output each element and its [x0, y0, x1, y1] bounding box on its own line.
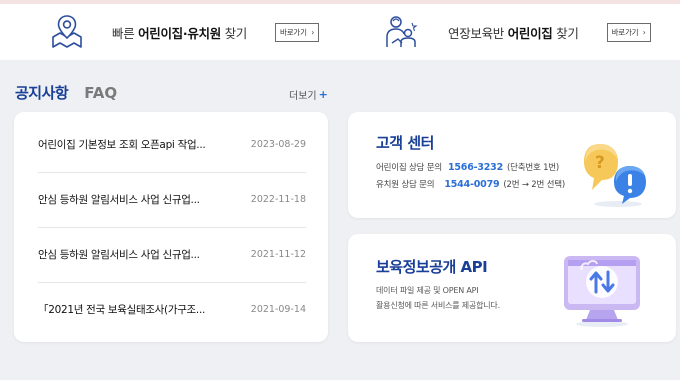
- notice-list: 어린이집 기본정보 조회 오픈api 작업... 2023-08-29 안심 등…: [14, 112, 328, 342]
- more-label: 더보기: [289, 91, 317, 102]
- quick-links-bar: 빠른 어린이집·유치원 찾기 바로가기 › 연장보육반 어린이집 찾기 바로가기…: [0, 4, 680, 60]
- tab-faq[interactable]: FAQ: [84, 84, 117, 102]
- list-item[interactable]: 안심 등하원 알림서비스 사업 신규업... 2022-11-18: [38, 171, 306, 227]
- notice-tabs: 공지사항 FAQ: [15, 82, 117, 103]
- list-item[interactable]: 「2021년 전국 보육실태조사(가구조... 2021-09-14: [38, 281, 306, 337]
- plus-icon: +: [318, 88, 328, 101]
- api-description-line: 활용신청에 따른 서비스를 제공합니다.: [376, 301, 500, 310]
- go-button[interactable]: 바로가기 ›: [275, 22, 320, 42]
- open-api-card[interactable]: 보육정보공개 API 데이터 파일 제공 및 OPEN API 활용신청에 따른…: [348, 234, 676, 342]
- notice-date: 2021-09-14: [250, 303, 306, 315]
- chevron-right-icon: ›: [642, 27, 646, 37]
- contact-label: 어린이집 상담 문의: [376, 163, 442, 173]
- notice-title: 어린이집 기본정보 조회 오픈api 작업...: [38, 138, 206, 151]
- notice-date: 2022-11-18: [250, 193, 306, 205]
- notice-title: 안심 등하원 알림서비스 사업 신규업...: [38, 193, 200, 206]
- phone-number[interactable]: 1544-0079: [444, 179, 499, 190]
- contact-label: 유치원 상담 문의: [376, 180, 435, 190]
- quick-link-find-center[interactable]: 빠른 어린이집·유치원 찾기 바로가기 ›: [48, 4, 320, 60]
- contact-line: 유치원 상담 문의 1544-0079 (2번 → 2번 선택): [376, 178, 565, 190]
- card-title: 보육정보공개 API: [376, 258, 488, 276]
- phone-number[interactable]: 1566-3232: [448, 162, 503, 173]
- quick-link-extended-care[interactable]: 연장보육반 어린이집 찾기 바로가기 ›: [382, 4, 651, 60]
- map-pin-icon: [48, 13, 86, 51]
- more-link[interactable]: 더보기 +: [289, 87, 328, 102]
- list-item[interactable]: 안심 등하원 알림서비스 사업 신규업... 2021-11-12: [38, 226, 306, 282]
- go-button[interactable]: 바로가기 ›: [606, 22, 651, 42]
- notice-title: 안심 등하원 알림서비스 사업 신규업...: [38, 248, 200, 261]
- contact-note: (단축번호 1번): [507, 163, 560, 173]
- contact-line: 어린이집 상담 문의 1566-3232 (단축번호 1번): [376, 161, 559, 173]
- contact-note: (2번 → 2번 선택): [503, 180, 565, 190]
- chevron-right-icon: ›: [311, 27, 315, 37]
- customer-center-card[interactable]: 고객 센터 어린이집 상담 문의 1566-3232 (단축번호 1번) 유치원 상…: [348, 112, 676, 218]
- tab-notice[interactable]: 공지사항: [15, 82, 69, 103]
- monitor-data-transfer-icon: [560, 248, 644, 328]
- caregiver-child-icon: [382, 13, 420, 51]
- notice-date: 2023-08-29: [250, 138, 306, 150]
- notice-date: 2021-11-12: [250, 248, 306, 260]
- quick-link-label: 연장보육반 어린이집 찾기: [448, 25, 579, 41]
- notice-title: 「2021년 전국 보육실태조사(가구조...: [38, 303, 206, 316]
- svg-text:?: ?: [595, 153, 605, 173]
- quick-link-label: 빠른 어린이집·유치원 찾기: [112, 25, 248, 41]
- question-exclamation-bubbles-icon: ?: [582, 136, 650, 208]
- list-item[interactable]: 어린이집 기본정보 조회 오픈api 작업... 2023-08-29: [38, 116, 306, 172]
- card-title: 고객 센터: [376, 134, 434, 152]
- api-description-line: 데이터 파일 제공 및 OPEN API: [376, 286, 479, 295]
